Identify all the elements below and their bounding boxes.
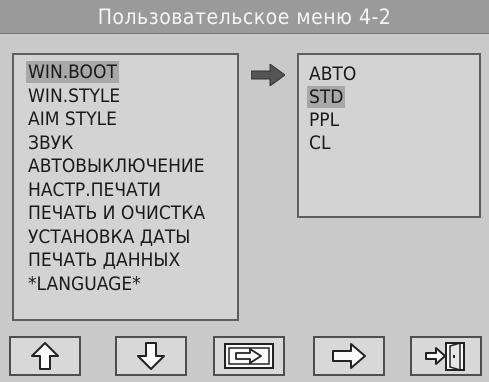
option-item-cl[interactable]: CL [299, 132, 479, 155]
menu-item-label: *LANGUAGE* [28, 272, 141, 295]
menu-item-aim-style[interactable]: AIM STYLE [14, 108, 237, 132]
switch-panel-button[interactable] [213, 336, 285, 376]
menu-item-print-clean[interactable]: ПЕЧАТЬ И ОЧИСТКА [14, 202, 237, 226]
menu-item-print-settings[interactable]: НАСТР.ПЕЧАТИ [14, 179, 237, 203]
device-screen: Пользовательское меню 4-2 WIN.BOOT WIN.S… [0, 0, 489, 382]
page-title: Пользовательское меню 4-2 [97, 4, 392, 29]
down-button[interactable] [115, 336, 187, 376]
switch-panel-icon [224, 343, 274, 369]
exit-button[interactable] [410, 336, 482, 376]
menu-item-label: НАСТР.ПЕЧАТИ [28, 178, 161, 201]
arrow-up-icon [31, 342, 59, 370]
option-item-std[interactable]: STD [299, 86, 479, 109]
options-list: АВТО STD PPL CL [297, 53, 481, 218]
option-item-auto[interactable]: АВТО [299, 63, 479, 86]
option-label: PPL [309, 109, 340, 131]
menu-item-label: АВТОВЫКЛЮЧЕНИЕ [28, 155, 205, 177]
menu-item-label: WIN.STYLE [28, 84, 121, 107]
option-item-ppl[interactable]: PPL [299, 109, 479, 132]
option-label: STD [307, 86, 346, 108]
option-label: CL [309, 132, 331, 154]
menu-item-label: ПЕЧАТЬ ДАННЫХ [28, 249, 181, 271]
menu-item-auto-off[interactable]: АВТОВЫКЛЮЧЕНИЕ [14, 155, 237, 179]
menu-item-label: WIN.BOOT [26, 61, 119, 83]
menu-item-language[interactable]: *LANGUAGE* [14, 273, 237, 297]
menu-item-win-boot[interactable]: WIN.BOOT [14, 61, 237, 85]
menu-item-set-date[interactable]: УСТАНОВКА ДАТЫ [14, 226, 237, 250]
menu-item-win-style[interactable]: WIN.STYLE [14, 85, 237, 109]
menu-item-sound[interactable]: ЗВУК [14, 132, 237, 156]
menu-list: WIN.BOOT WIN.STYLE AIM STYLE ЗВУК АВТОВЫ… [12, 53, 239, 321]
title-bar: Пользовательское меню 4-2 [0, 0, 489, 34]
menu-item-print-data[interactable]: ПЕЧАТЬ ДАННЫХ [14, 249, 237, 273]
arrow-right-icon [332, 343, 366, 369]
menu-item-label: ПЕЧАТЬ И ОЧИСТКА [28, 202, 206, 224]
pointer-arrow-icon [251, 64, 285, 86]
exit-door-icon [425, 341, 465, 372]
menu-item-label: AIM STYLE [28, 108, 117, 130]
up-button[interactable] [9, 336, 81, 376]
option-label: АВТО [309, 63, 357, 85]
arrow-down-icon [137, 342, 165, 370]
enter-button[interactable] [313, 336, 385, 376]
menu-item-label: УСТАНОВКА ДАТЫ [28, 225, 191, 248]
menu-item-label: ЗВУК [28, 131, 74, 154]
